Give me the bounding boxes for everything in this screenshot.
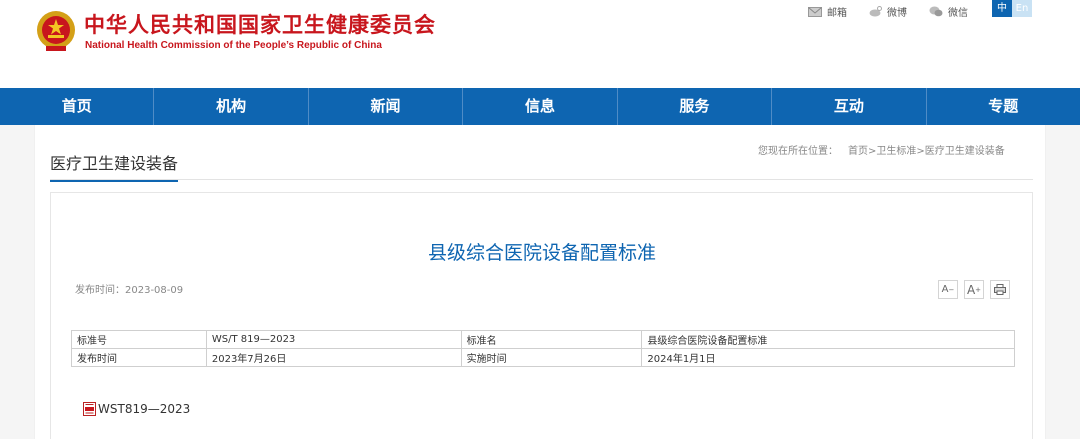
table-cell: 发布时间 [71,348,207,367]
language-switch: 中 En [992,0,1032,17]
nav-news[interactable]: 新闻 [309,88,464,125]
lang-en-button[interactable]: En [1012,0,1032,17]
print-button[interactable] [990,280,1010,299]
pdf-icon [83,402,96,416]
table-cell: 标准名 [460,330,643,349]
breadcrumb: 您现在所在位置： 首页>卫生标准>医疗卫生建设装备 [758,142,1005,157]
nav-topics[interactable]: 专题 [927,88,1080,125]
attachment-link[interactable]: WST819—2023 [83,402,190,416]
wechat-label: 微信 [948,8,968,19]
wechat-icon [929,6,943,17]
article-title: 县级综合医院设备配置标准 [427,242,656,264]
breadcrumb-standards[interactable]: 卫生标准 [876,146,916,157]
table-row: 标准号 WS/T 819—2023 标准名 县级综合医院设备配置标准 [71,330,1015,349]
font-decrease-button[interactable]: A − [938,280,958,299]
mail-icon [808,6,822,17]
wechat-link[interactable]: 微信 [929,4,968,19]
table-cell: WS/T 819—2023 [205,330,462,349]
font-increase-button[interactable]: A + [964,280,984,299]
weibo-icon [869,6,882,17]
publish-label: 发布时间： [75,285,125,296]
site-title[interactable]: 中华人民共和国国家卫生健康委员会 [84,9,436,39]
table-cell: 实施时间 [460,348,643,367]
breadcrumb-label: 您现在所在位置： [758,146,838,157]
article-tools: A − A + [938,280,1010,299]
publish-date: 2023-08-09 [125,285,184,296]
top-links: 邮箱 微博 微信 [808,4,990,19]
attachment-label: WST819—2023 [98,402,191,416]
breadcrumb-separator: > [916,146,925,157]
nav-interaction[interactable]: 互动 [772,88,927,125]
section-divider [50,179,1033,180]
publish-info: 发布时间：2023-08-09 [75,281,183,296]
table-cell: 县级综合医院设备配置标准 [641,330,1015,349]
nav-services[interactable]: 服务 [618,88,773,125]
main-nav: 首页 机构 新闻 信息 服务 互动 专题 [0,88,1080,125]
breadcrumb-home[interactable]: 首页 [848,146,868,157]
table-cell: 标准号 [71,330,207,349]
nav-home[interactable]: 首页 [0,88,155,125]
weibo-label: 微博 [887,8,907,19]
table-cell: 2024年1月1日 [641,348,1015,367]
mail-link[interactable]: 邮箱 [808,4,847,19]
standard-meta-table: 标准号 WS/T 819—2023 标准名 县级综合医院设备配置标准 发布时间 … [71,330,1015,367]
table-row: 发布时间 2023年7月26日 实施时间 2024年1月1日 [71,348,1015,367]
section-title: 医疗卫生建设装备 [50,150,179,182]
printer-icon [994,284,1006,295]
national-emblem-icon[interactable] [33,8,79,54]
nav-information[interactable]: 信息 [463,88,618,125]
font-small-glyph: A [941,284,949,295]
table-cell: 2023年7月26日 [205,348,462,367]
weibo-link[interactable]: 微博 [869,4,907,19]
site-subtitle: National Health Commission of the People… [85,40,382,51]
article-panel [50,192,1033,439]
site-header: 中华人民共和国国家卫生健康委员会 National Health Commiss… [0,0,1080,88]
breadcrumb-current[interactable]: 医疗卫生建设装备 [925,146,1005,157]
mail-label: 邮箱 [827,8,847,19]
font-large-glyph: A [966,282,976,297]
lang-zh-button[interactable]: 中 [992,0,1012,17]
nav-organization[interactable]: 机构 [154,88,309,125]
